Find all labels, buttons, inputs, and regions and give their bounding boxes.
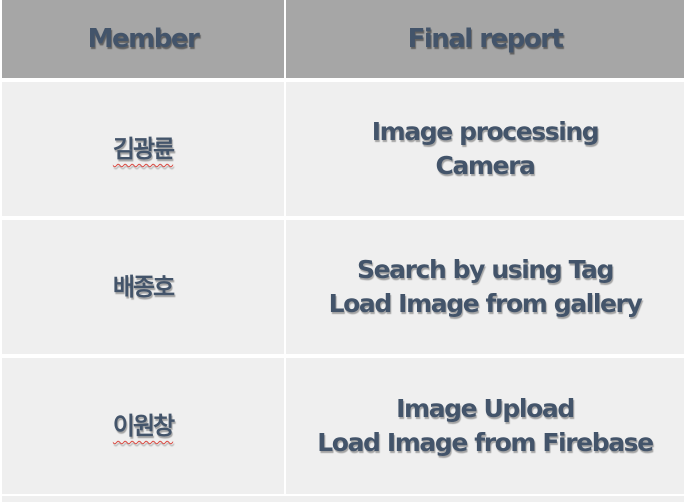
report-cell-row-3: Image Upload Load Image from Firebase [286,358,684,494]
header-member: Member [2,0,284,78]
member-cell-row-2: 배종호 [2,220,284,354]
member-name: 이원창 [112,412,175,440]
header-member-label: Member [87,24,200,54]
report-line: Image Upload [396,394,575,423]
report-lines: Image processing Camera [371,115,600,183]
member-name: 김광륜 [112,135,175,163]
report-cell-row-2: Search by using Tag Load Image from gall… [286,220,684,354]
report-lines: Search by using Tag Load Image from gall… [328,253,643,321]
report-line: Search by using Tag [356,255,614,284]
table-bottom-edge [2,496,684,502]
report-line: Image processing [371,117,600,146]
header-final-report-label: Final report [407,24,564,54]
report-lines: Image Upload Load Image from Firebase [317,392,654,460]
report-line: Camera [435,151,535,180]
report-line: Load Image from Firebase [317,428,654,457]
member-cell-row-1: 김광륜 [2,82,284,216]
header-final-report: Final report [286,0,684,78]
member-name: 배종호 [112,273,175,301]
report-cell-row-1: Image processing Camera [286,82,684,216]
member-cell-row-3: 이원창 [2,358,284,494]
report-line: Load Image from gallery [328,289,643,318]
member-report-table: Member Final report 김광륜 Image processing… [0,0,686,502]
